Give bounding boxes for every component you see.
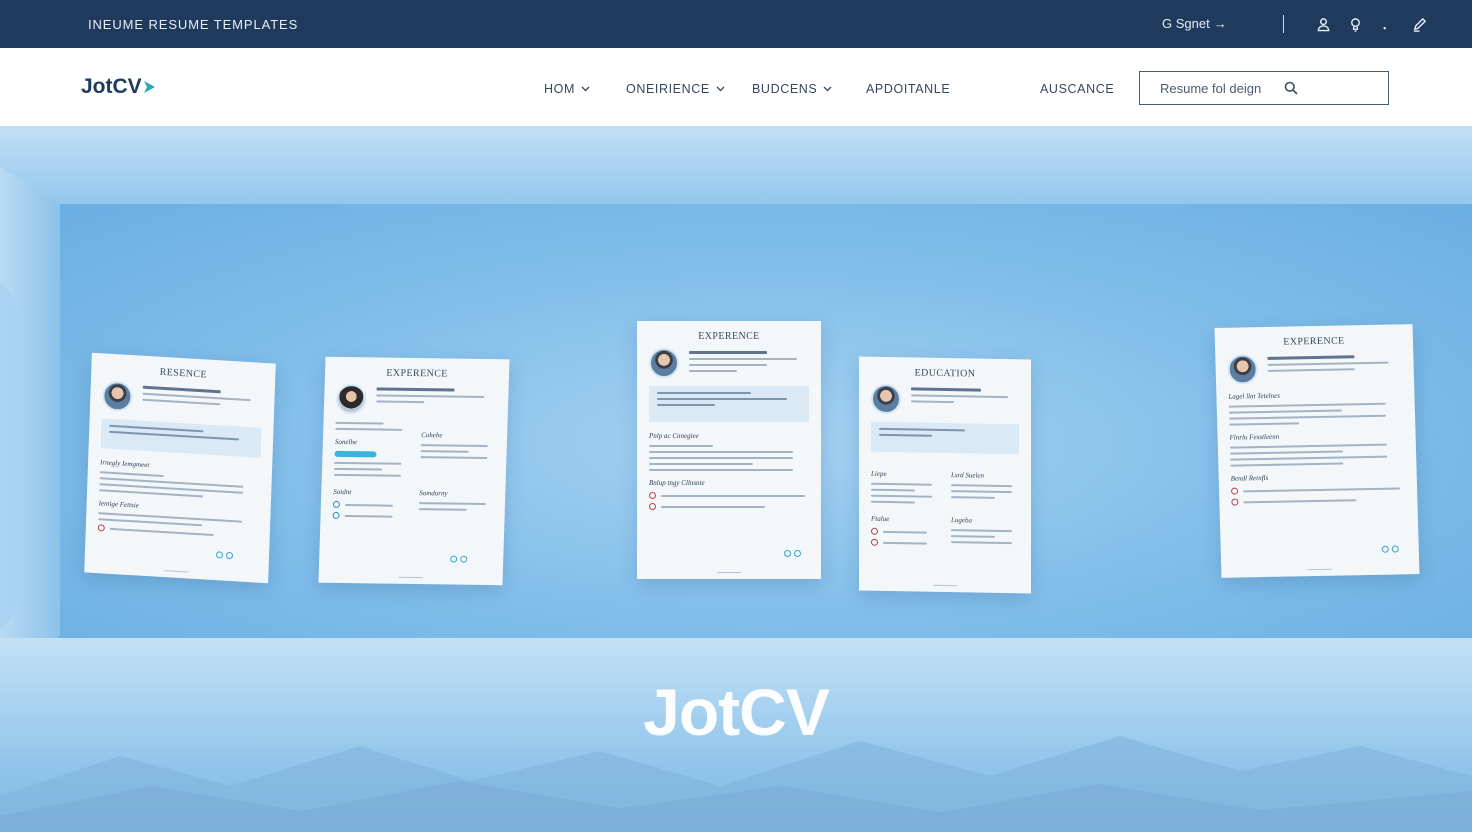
avatar bbox=[649, 348, 679, 378]
chevron-down-icon bbox=[581, 86, 590, 92]
sign-in-label: G Sgnet bbox=[1162, 16, 1210, 31]
lightbulb-icon[interactable] bbox=[1346, 15, 1364, 33]
nav-item-budcens[interactable]: BUDCENS bbox=[752, 82, 832, 96]
edit-icon[interactable] bbox=[1410, 15, 1428, 33]
card-title: EDUCATION bbox=[914, 367, 976, 380]
nav-item-label: ONEIRIENCE bbox=[626, 82, 710, 96]
chevron-down-icon bbox=[716, 86, 725, 92]
nav-item-label: APDOITANLE bbox=[866, 82, 951, 96]
nav-item-label: AUSCANCE bbox=[1040, 82, 1115, 96]
resume-template-card[interactable]: EXPERENCE Pnlp ac Cnnegiee Bnlup tngy Cl… bbox=[637, 321, 821, 579]
logo-text: JotCV bbox=[81, 75, 142, 98]
card-title: EXPERENCE bbox=[386, 367, 448, 380]
nav-item-apdoitanle[interactable]: APDOITANLE bbox=[866, 82, 950, 96]
section-heading: Sotdnt bbox=[333, 487, 352, 497]
dot-icon bbox=[1378, 15, 1396, 33]
search-icon[interactable] bbox=[1284, 81, 1298, 95]
section-heading: Liepe bbox=[871, 469, 887, 478]
search-box[interactable] bbox=[1139, 71, 1389, 105]
logo-arrow-icon bbox=[143, 81, 155, 93]
avatar bbox=[871, 383, 901, 415]
section-heading: Lagel llat Tetelnes bbox=[1228, 391, 1281, 401]
section-heading: Flnrlu Fesstleenn bbox=[1229, 432, 1280, 442]
section-heading: Ftalue bbox=[871, 514, 890, 524]
resume-template-card[interactable]: EDUCATION Liepe Lsrd Suelen Ftalue Lugeb… bbox=[859, 356, 1031, 594]
logo[interactable]: JotCV bbox=[81, 75, 156, 99]
section-heading: Bendl Retnfls bbox=[1230, 473, 1269, 483]
nav-item-auscance[interactable]: AUSCANCE bbox=[1040, 82, 1114, 96]
section-heading: Cohebe bbox=[421, 431, 443, 440]
search-input[interactable] bbox=[1160, 80, 1280, 96]
avatar bbox=[1227, 354, 1259, 385]
main-nav: JotCV HOM ONEIRIENCE BUDCENS APDOITANLE … bbox=[0, 48, 1472, 126]
section-heading: Lsrd Suelen bbox=[951, 471, 984, 480]
card-title: EXPERENCE bbox=[1283, 335, 1345, 348]
hero-section: RESENCE Irnegly Iemgmeet Ientige Fettsie… bbox=[0, 126, 1472, 832]
nav-item-home[interactable]: HOM bbox=[544, 82, 590, 96]
resume-template-card[interactable]: EXPERENCE Sonelbe Cohebe Sotdnt Somdorny bbox=[318, 356, 510, 586]
chevron-down-icon bbox=[823, 86, 832, 92]
card-title: EXPERENCE bbox=[698, 331, 760, 342]
arrow-right-icon: → bbox=[1213, 16, 1227, 31]
section-heading: Lugeba bbox=[951, 516, 972, 525]
nav-item-experience[interactable]: ONEIRIENCE bbox=[626, 82, 725, 96]
topbar-tools bbox=[1314, 15, 1428, 33]
topbar-divider bbox=[1283, 15, 1284, 33]
top-bar: INEUME RESUME TEMPLATES G Sgnet → bbox=[0, 0, 1472, 48]
avatar bbox=[335, 383, 367, 415]
section-heading: Sonelbe bbox=[334, 437, 358, 447]
site-tagline: INEUME RESUME TEMPLATES bbox=[88, 17, 299, 32]
user-icon[interactable] bbox=[1314, 15, 1332, 33]
sign-in-link[interactable]: G Sgnet → bbox=[1162, 16, 1227, 31]
section-heading: Pnlp ac Cnnegiee bbox=[649, 432, 699, 440]
section-heading: Bnlup tngy Cllnsnte bbox=[649, 479, 705, 487]
section-heading: Somdorny bbox=[419, 489, 448, 498]
nav-item-label: HOM bbox=[544, 82, 575, 96]
hero-brand-title: JotCV bbox=[643, 675, 830, 749]
hero-left-arch bbox=[0, 276, 18, 636]
nav-item-label: BUDCENS bbox=[752, 82, 818, 96]
avatar bbox=[101, 380, 133, 413]
hero-ceiling bbox=[0, 126, 1472, 204]
resume-template-card[interactable]: EXPERENCE Lagel llat Tetelnes Flnrlu Fes… bbox=[1214, 324, 1420, 578]
card-title: RESENCE bbox=[159, 366, 208, 381]
resume-template-card[interactable]: RESENCE Irnegly Iemgmeet Ientige Fettsie bbox=[84, 352, 276, 584]
